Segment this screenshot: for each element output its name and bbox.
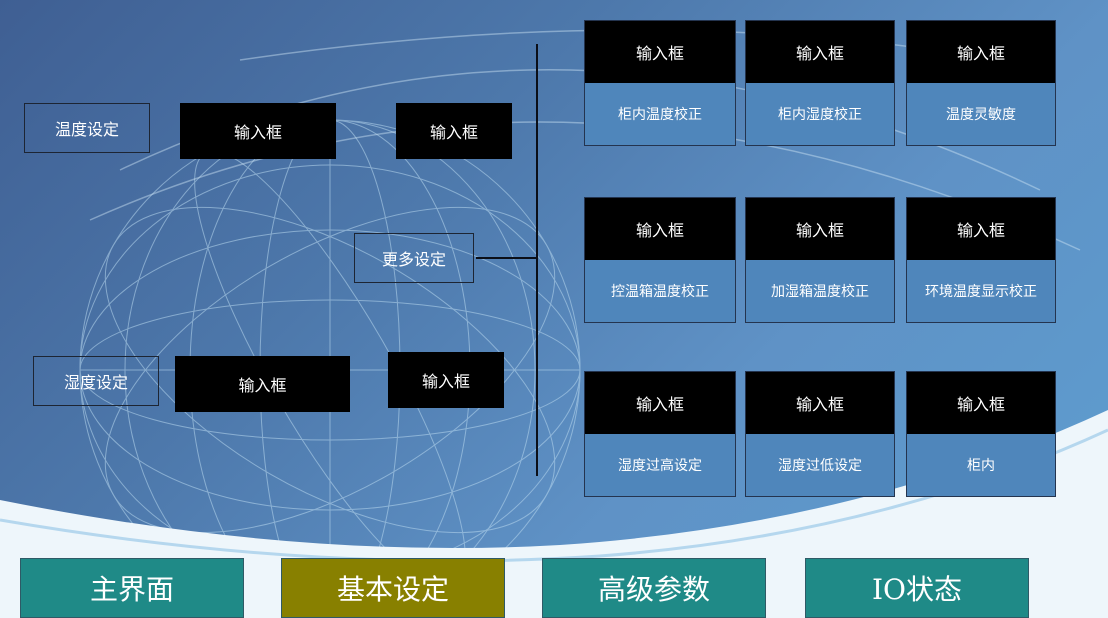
calibration-label: 柜内湿度校正 — [778, 107, 862, 123]
settings-screen: 温度设定 输入框 输入框 更多设定 湿度设定 输入框 输入框 输入框 柜内温度校正… — [0, 0, 1108, 618]
calibration-input[interactable]: 输入框 — [907, 21, 1055, 83]
calibration-input[interactable]: 输入框 — [907, 372, 1055, 434]
calibration-label: 柜内 — [967, 458, 995, 474]
calibration-label: 加湿箱温度校正 — [771, 284, 869, 300]
calibration-card: 输入框 湿度过高设定 — [584, 371, 736, 497]
calibration-input[interactable]: 输入框 — [585, 198, 735, 260]
calibration-label: 控温箱温度校正 — [611, 284, 709, 300]
calibration-input[interactable]: 输入框 — [746, 21, 894, 83]
nav-advanced-params-button[interactable]: 高级参数 — [542, 558, 766, 618]
temperature-setting-label: 温度设定 — [24, 103, 150, 153]
calibration-label: 柜内温度校正 — [618, 107, 702, 123]
temperature-input-1[interactable]: 输入框 — [180, 103, 336, 159]
calibration-label: 湿度过高设定 — [618, 458, 702, 474]
nav-basic-settings-button[interactable]: 基本设定 — [281, 558, 505, 618]
calibration-card: 输入框 柜内湿度校正 — [745, 20, 895, 146]
temperature-input-2[interactable]: 输入框 — [396, 103, 512, 159]
calibration-label: 环境温度显示校正 — [925, 284, 1037, 300]
calibration-input[interactable]: 输入框 — [746, 372, 894, 434]
humidity-input-1[interactable]: 输入框 — [175, 356, 350, 412]
calibration-card: 输入框 湿度过低设定 — [745, 371, 895, 497]
calibration-input[interactable]: 输入框 — [585, 21, 735, 83]
calibration-input[interactable]: 输入框 — [746, 198, 894, 260]
calibration-card: 输入框 柜内温度校正 — [584, 20, 736, 146]
more-settings-connector — [476, 257, 536, 259]
calibration-card: 输入框 温度灵敏度 — [906, 20, 1056, 146]
nav-io-status-button[interactable]: IO状态 — [805, 558, 1029, 618]
humidity-input-2[interactable]: 输入框 — [388, 352, 504, 408]
humidity-setting-label: 湿度设定 — [33, 356, 159, 406]
calibration-input[interactable]: 输入框 — [907, 198, 1055, 260]
calibration-card: 输入框环境温度显示校正 — [906, 197, 1056, 323]
calibration-card: 输入框加湿箱温度校正 — [745, 197, 895, 323]
nav-main-screen-button[interactable]: 主界面 — [20, 558, 244, 618]
vertical-divider — [536, 44, 538, 476]
calibration-input[interactable]: 输入框 — [585, 372, 735, 434]
calibration-label: 温度灵敏度 — [946, 107, 1016, 123]
calibration-card: 输入框控温箱温度校正 — [584, 197, 736, 323]
calibration-card: 输入框 柜内 — [906, 371, 1056, 497]
calibration-label: 湿度过低设定 — [778, 458, 862, 474]
more-settings-button[interactable]: 更多设定 — [354, 233, 474, 283]
